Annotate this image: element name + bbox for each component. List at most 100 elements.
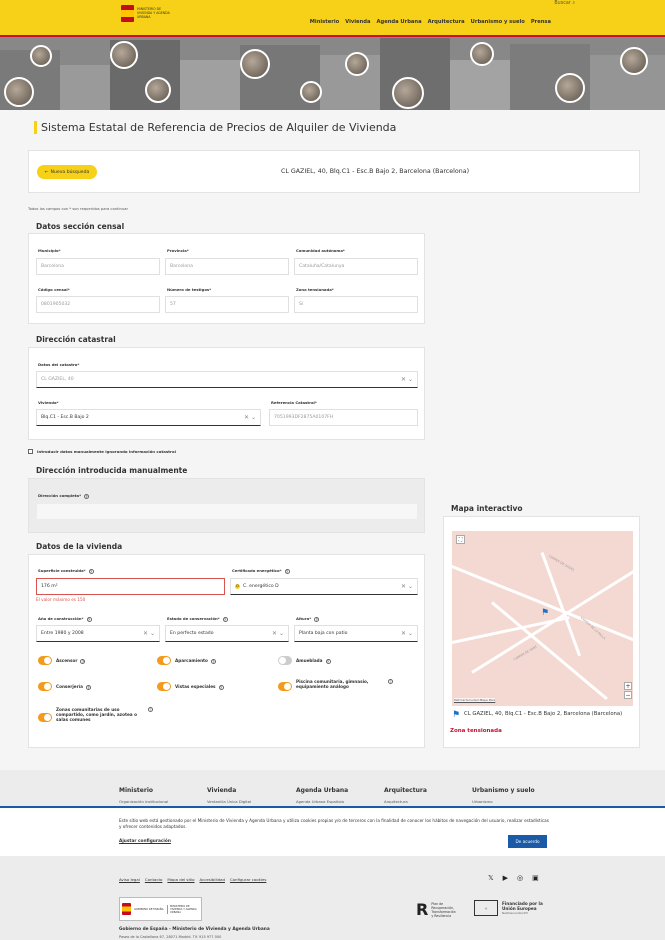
direccion-completa-label: Dirección completa*? — [38, 493, 90, 499]
accept-cookies-button[interactable]: De acuerdo — [508, 835, 547, 848]
vistas-toggle[interactable] — [157, 682, 171, 691]
eu-sub: NextGenerationEU — [502, 911, 528, 915]
youtube-icon[interactable]: ▶ — [503, 874, 508, 882]
footer-link[interactable]: Organización institucional — [119, 799, 168, 804]
testigos-field[interactable]: 57 — [165, 296, 289, 313]
clear-chevron-icon[interactable]: ✕ ⌄ — [272, 630, 284, 637]
gobierno-logo[interactable]: GOBIERNO DE ESPAÑA MINISTERIO DE VIVIEND… — [119, 897, 202, 921]
cookie-text: Este sitio web está gestionado por el Mi… — [119, 818, 549, 829]
mapa-sitio-link[interactable]: Mapa del sitio — [167, 877, 194, 882]
footer-link[interactable]: Urbanismo — [472, 799, 493, 804]
instagram-icon[interactable]: ◎ — [517, 874, 523, 882]
datos-catastro-select[interactable]: CL GAZIEL, 40 ✕ ⌄ — [36, 371, 418, 388]
nav-urbanismo[interactable]: Urbanismo y suelo — [471, 19, 525, 25]
altura-select[interactable]: Planta baja con patio ✕ ⌄ — [294, 625, 418, 642]
clear-chevron-icon[interactable]: ✕ ⌄ — [244, 414, 256, 421]
zonas-comunes-toggle[interactable] — [38, 713, 52, 722]
footer-address: Paseo de la Castellana 67, 28071 Madrid.… — [119, 935, 222, 939]
zona-tensionada-badge: Zona tensionada — [450, 728, 502, 734]
cookie-banner: Este sitio web está gestionado por el Mi… — [0, 806, 665, 856]
aviso-legal-link[interactable]: Aviso legal — [119, 877, 140, 882]
ref-catastral-field[interactable]: 7051993DF2875A0107FH — [269, 409, 418, 426]
vivienda-select[interactable]: Blq.C1 - Esc.B Bajo 2 ✕ ⌄ — [36, 409, 261, 426]
nav-agenda-urbana[interactable]: Agenda Urbana — [376, 19, 421, 25]
codigo-censal-field[interactable]: 0801905032 — [36, 296, 160, 313]
footer-link[interactable]: Ventanilla Única Digital — [207, 799, 251, 804]
footer-ministry-name: Gobierno de España - Ministerio de Vivie… — [119, 927, 270, 932]
vivienda-label: Vivienda* — [38, 400, 59, 405]
help-icon[interactable]: ? — [88, 568, 94, 574]
help-icon[interactable]: ? — [218, 684, 224, 690]
clear-chevron-icon[interactable]: ✕ ⌄ — [401, 583, 413, 590]
clear-chevron-icon[interactable]: ✕ ⌄ — [401, 630, 413, 637]
ascensor-toggle[interactable] — [38, 656, 52, 665]
amueblada-toggle[interactable] — [278, 656, 292, 665]
footer-link[interactable]: Agenda Urbana Española — [296, 799, 344, 804]
footer-col-title: Ministerio — [119, 787, 154, 794]
zonas-comunes-label: Zonas comunitarias de uso compartido, co… — [56, 707, 137, 722]
flickr-icon[interactable]: ▣ — [532, 874, 539, 882]
direccion-completa-field[interactable] — [36, 503, 418, 520]
nav-arquitectura[interactable]: Arquitectura — [428, 19, 465, 25]
piscina-label: Piscina comunitaria, gimnasio, equipamie… — [296, 679, 369, 689]
help-icon[interactable]: ? — [388, 679, 393, 684]
estado-select[interactable]: En perfecto estado ✕ ⌄ — [165, 625, 289, 642]
help-icon[interactable]: ? — [325, 658, 331, 664]
amueblada-label: Amueblada? — [296, 658, 331, 664]
certificado-select[interactable]: D C. energético D ✕ ⌄ — [230, 578, 418, 595]
piscina-toggle[interactable] — [278, 682, 292, 691]
clear-chevron-icon[interactable]: ✕ ⌄ — [143, 630, 155, 637]
clear-chevron-icon[interactable]: ✕ ⌄ — [401, 376, 413, 383]
aparcamiento-label: Aparcamiento? — [175, 658, 216, 664]
help-icon[interactable]: ? — [210, 658, 216, 664]
zoom-in-button[interactable]: + — [624, 682, 632, 690]
fullscreen-icon[interactable]: ⛶ — [456, 535, 465, 544]
help-icon[interactable]: ? — [84, 493, 90, 499]
help-icon[interactable]: ? — [148, 707, 153, 712]
comunidad-field[interactable]: Cataluña/Catalunya — [294, 258, 418, 275]
anio-label: Año de construcción*? — [38, 616, 92, 622]
twitter-icon[interactable]: 𝕏 — [488, 874, 494, 882]
help-icon[interactable]: ? — [80, 658, 86, 664]
map-section-title: Mapa interactivo — [451, 504, 523, 513]
map-attribution[interactable]: IGN Cartociudad Mapa libre — [454, 698, 496, 702]
municipio-field[interactable]: Barcelona — [36, 258, 160, 275]
eu-flag-icon: ✧ — [474, 900, 498, 916]
plan-text: Plan de Recuperación, Transformación y R… — [431, 901, 456, 918]
ministry-logo[interactable]: MINISTERIO DE VIVIENDA Y AGENDA URBANA — [121, 3, 181, 23]
cookie-settings-link[interactable]: Ajustar configuración — [119, 839, 171, 844]
help-icon[interactable]: ? — [222, 616, 228, 622]
anio-select[interactable]: Entre 1980 y 2008 ✕ ⌄ — [36, 625, 160, 642]
testigos-label: Número de testigos* — [167, 287, 212, 292]
zoom-out-button[interactable]: − — [624, 691, 632, 699]
street-label: CARRER DE SANT — [512, 644, 538, 662]
new-search-button[interactable]: ← Nueva búsqueda — [37, 165, 97, 179]
superficie-field[interactable]: 176 m² — [36, 578, 225, 595]
superficie-label: Superficie construida*? — [38, 568, 94, 574]
help-icon[interactable]: ? — [284, 568, 290, 574]
search-link[interactable]: Buscar ⌕ — [554, 0, 575, 6]
aparcamiento-toggle[interactable] — [157, 656, 171, 665]
nav-prensa[interactable]: Prensa — [531, 19, 551, 25]
main-nav: Ministerio Vivienda Agenda Urbana Arquit… — [310, 19, 551, 25]
altura-value: Planta baja con patio — [299, 631, 348, 636]
conserjeria-toggle[interactable] — [38, 682, 52, 691]
provincia-field[interactable]: Barcelona — [165, 258, 289, 275]
help-icon[interactable]: ? — [314, 616, 320, 622]
altura-label: Altura*? — [296, 616, 320, 622]
help-icon[interactable]: ? — [85, 684, 91, 690]
manual-entry-checkbox[interactable] — [28, 449, 33, 454]
help-icon[interactable]: ? — [86, 616, 92, 622]
configurar-cookies-link[interactable]: Configurar cookies — [230, 877, 266, 882]
interactive-map[interactable]: CARRER DE GAZIEL CARRER DE LA PALLA CARR… — [452, 531, 633, 706]
nav-vivienda[interactable]: Vivienda — [345, 19, 370, 25]
contacto-link[interactable]: Contacto — [145, 877, 163, 882]
plan-r-icon: R — [416, 900, 429, 919]
accesibilidad-link[interactable]: Accesibilidad — [200, 877, 225, 882]
street-label: CARRER DE GAZIEL — [547, 553, 576, 573]
footer-link[interactable]: Arquitectura — [384, 799, 408, 804]
zona-tensionada-field[interactable]: Sí — [294, 296, 418, 313]
eu-text: Financiado por la Unión Europea — [502, 901, 543, 911]
manual-section-title: Dirección introducida manualmente — [36, 466, 188, 475]
nav-ministerio[interactable]: Ministerio — [310, 19, 339, 25]
